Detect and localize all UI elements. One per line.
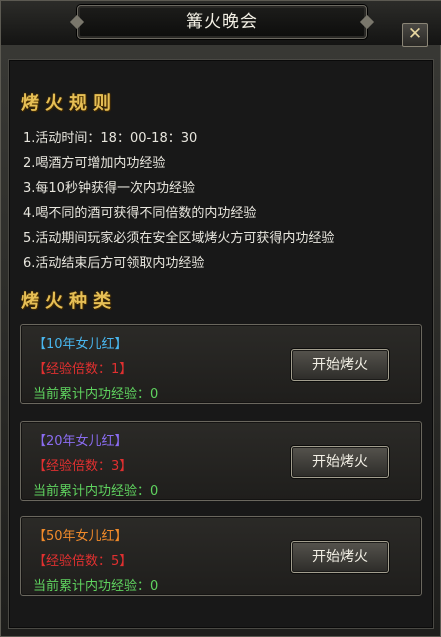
- types-section-title: 烤火种类: [21, 291, 117, 312]
- rules-section-title: 烤火规则: [21, 93, 117, 114]
- start-bonfire-button[interactable]: 开始烤火: [291, 541, 389, 573]
- rule-item: 2.喝酒方可增加内功经验: [23, 156, 166, 171]
- close-icon[interactable]: ✕: [402, 23, 428, 47]
- exp-multiplier: 【经验倍数：5】: [33, 554, 133, 569]
- bonfire-party-window: 篝火晚会 ✕ 烤火规则 1.活动时间：18：00-18：30 2.喝酒方可增加内…: [0, 0, 441, 637]
- accumulated-exp: 当前累计内功经验：0: [33, 387, 159, 402]
- rule-item: 4.喝不同的酒可获得不同倍数的内功经验: [23, 206, 257, 221]
- start-bonfire-button[interactable]: 开始烤火: [291, 446, 389, 478]
- title-plate: 篝火晚会: [77, 5, 367, 39]
- wine-name: 【10年女儿红】: [33, 337, 128, 352]
- title-bar: 篝火晚会 ✕: [1, 1, 441, 47]
- exp-multiplier: 【经验倍数：3】: [33, 459, 133, 474]
- rule-item: 3.每10秒钟获得一次内功经验: [23, 181, 195, 196]
- wine-card-10-year: 【10年女儿红】 【经验倍数：1】 当前累计内功经验：0 开始烤火: [20, 324, 422, 404]
- wine-name: 【50年女儿红】: [33, 529, 128, 544]
- wine-card-50-year: 【50年女儿红】 【经验倍数：5】 当前累计内功经验：0 开始烤火: [20, 516, 422, 596]
- window-title: 篝火晚会: [186, 12, 258, 32]
- exp-multiplier: 【经验倍数：1】: [33, 362, 133, 377]
- wine-card-20-year: 【20年女儿红】 【经验倍数：3】 当前累计内功经验：0 开始烤火: [20, 421, 422, 501]
- rule-item: 5.活动期间玩家必须在安全区域烤火方可获得内功经验: [23, 231, 335, 246]
- rule-item: 6.活动结束后方可领取内功经验: [23, 256, 205, 271]
- accumulated-exp: 当前累计内功经验：0: [33, 484, 159, 499]
- rule-item: 1.活动时间：18：00-18：30: [23, 131, 198, 146]
- start-bonfire-button[interactable]: 开始烤火: [291, 349, 389, 381]
- wine-name: 【20年女儿红】: [33, 434, 128, 449]
- accumulated-exp: 当前累计内功经验：0: [33, 579, 159, 594]
